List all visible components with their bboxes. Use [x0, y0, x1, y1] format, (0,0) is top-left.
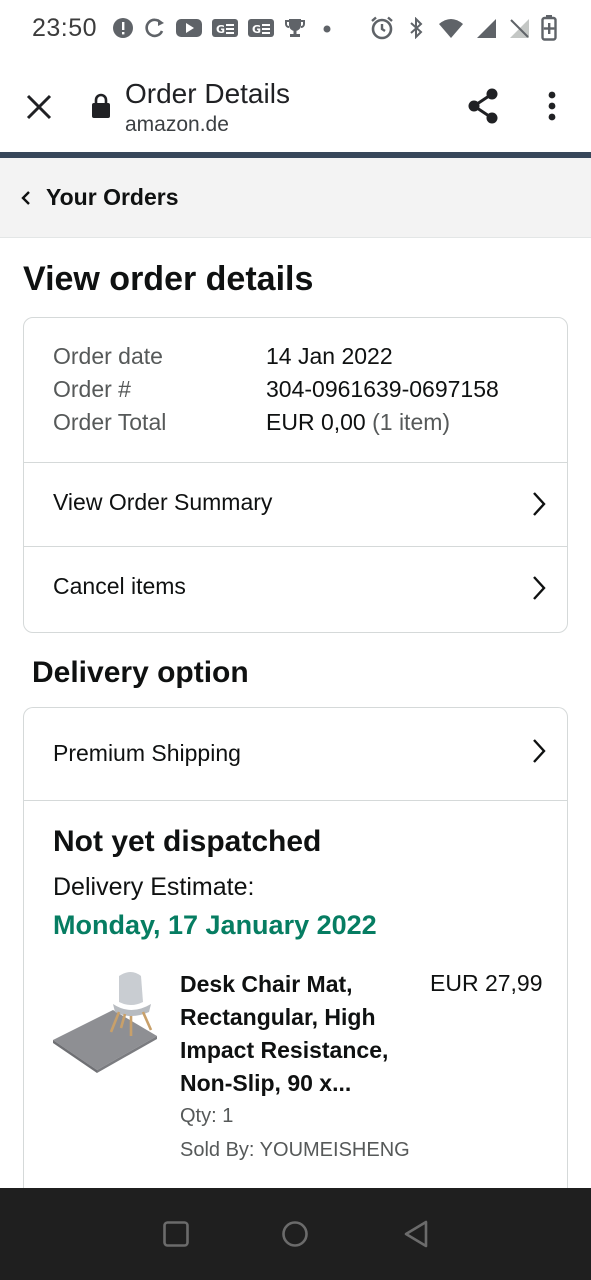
news-icon: G [248, 17, 274, 39]
status-bar: 23:50 G G [0, 0, 591, 60]
order-number-label: Order # [53, 376, 131, 402]
back-to-your-orders[interactable]: Your Orders [0, 158, 591, 238]
page-domain: amazon.de [125, 113, 229, 136]
page-title-block[interactable]: Order Details amazon.de [125, 77, 290, 139]
system-navigation-bar [0, 1188, 591, 1280]
order-date-row: Order date 14 Jan 2022 [53, 340, 499, 373]
dot-icon [316, 17, 338, 39]
product-image[interactable] [51, 970, 159, 1074]
youtube-icon [176, 17, 202, 39]
order-total-value: EUR 0,00 (1 item) [266, 406, 450, 439]
browser-toolbar: Order Details amazon.de [0, 60, 591, 152]
order-total-items: (1 item) [372, 409, 451, 435]
back-button[interactable] [398, 1216, 434, 1252]
status-time: 23:50 [32, 14, 98, 42]
alert-circle-icon [112, 17, 134, 39]
shipping-option-label: Premium Shipping [53, 740, 241, 766]
page-title: Order Details [125, 78, 290, 109]
cancel-items-link[interactable]: Cancel items [24, 546, 567, 630]
shipping-option-link[interactable]: Premium Shipping [24, 708, 567, 801]
back-triangle-icon[interactable] [402, 1219, 430, 1249]
order-total-label: Order Total [53, 409, 167, 435]
order-total-amount: EUR 0,00 [266, 409, 366, 435]
product-price: EUR 27,99 [430, 970, 543, 996]
wifi-icon [438, 17, 464, 39]
cancel-items-label: Cancel items [53, 573, 186, 599]
signal-icon [475, 17, 497, 39]
share-icon[interactable] [466, 88, 500, 124]
delivery-option-heading: Delivery option [32, 656, 249, 689]
delivery-estimate-label: Delivery Estimate: [53, 873, 255, 901]
sync-icon [144, 17, 166, 39]
shipment-status: Not yet dispatched [53, 825, 322, 858]
chevron-right-icon [533, 739, 546, 763]
news-icon: G [212, 17, 238, 39]
trophy-icon [284, 17, 306, 39]
delivery-estimate-date: Monday, 17 January 2022 [53, 910, 377, 940]
svg-text:G: G [252, 23, 261, 36]
svg-text:G: G [216, 23, 225, 36]
your-orders-label: Your Orders [46, 184, 179, 210]
bluetooth-icon [405, 17, 427, 39]
more-vert-icon[interactable] [548, 91, 556, 121]
lock-icon [91, 93, 111, 124]
delivery-card: Premium Shipping Not yet dispatched Deli… [23, 707, 568, 1207]
view-order-summary-link[interactable]: View Order Summary [24, 462, 567, 546]
order-date-label: Order date [53, 343, 163, 369]
status-left-icons: G G [112, 17, 338, 39]
main-heading: View order details [23, 260, 314, 298]
chevron-right-icon [533, 492, 546, 516]
order-info-card: Order date 14 Jan 2022 Order # 304-09616… [23, 317, 568, 633]
product-quantity: Qty: 1 [180, 1105, 234, 1127]
battery-charging-icon [541, 15, 557, 41]
product-title[interactable]: Desk Chair Mat, Rectangular, High Impact… [180, 968, 415, 1100]
close-button[interactable] [22, 90, 56, 124]
more-options-button[interactable] [538, 88, 566, 124]
product-seller: Sold By: YOUMEISHENG [180, 1139, 410, 1161]
order-number-value: 304-0961639-0697158 [266, 376, 499, 402]
view-order-summary-label: View Order Summary [53, 489, 273, 515]
recents-button[interactable] [158, 1216, 194, 1252]
home-button[interactable] [277, 1216, 313, 1252]
order-date-value: 14 Jan 2022 [266, 343, 393, 369]
order-number-row: Order # 304-0961639-0697158 [53, 373, 499, 406]
status-right-icons [370, 15, 557, 41]
share-button[interactable] [464, 86, 502, 126]
order-total-row: Order Total EUR 0,00 (1 item) [53, 406, 499, 439]
home-circle-icon[interactable] [280, 1219, 310, 1249]
close-icon[interactable] [26, 94, 52, 120]
order-info-rows: Order date 14 Jan 2022 Order # 304-09616… [53, 340, 499, 439]
recents-square-icon[interactable] [162, 1220, 190, 1248]
no-sim-icon [508, 17, 530, 39]
chevron-left-icon [21, 191, 30, 205]
alarm-icon [370, 16, 394, 40]
chevron-right-icon [533, 576, 546, 600]
